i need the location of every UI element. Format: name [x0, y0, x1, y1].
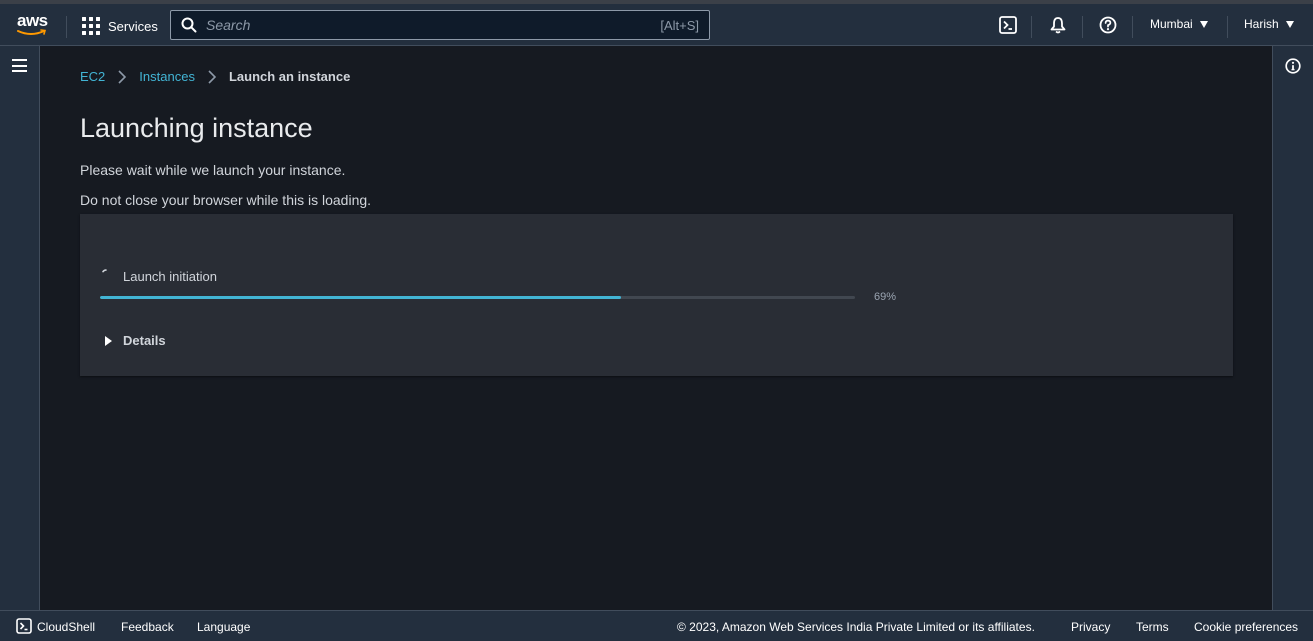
footer-language-link[interactable]: Language	[197, 620, 250, 634]
progress-percent: 69%	[874, 291, 897, 303]
breadcrumb-instances[interactable]: Instances	[139, 69, 195, 84]
region-label: Mumbai	[1150, 17, 1193, 31]
aws-logo[interactable]: aws	[17, 11, 51, 39]
right-tools-rail	[1272, 46, 1313, 610]
caret-down-icon	[1199, 20, 1208, 28]
services-label: Services	[108, 18, 158, 34]
menu-hamburger-icon[interactable]	[12, 59, 27, 72]
footer-copyright: © 2023, Amazon Web Services India Privat…	[677, 620, 1035, 634]
browser-warning-message: Do not close your browser while this is …	[80, 192, 372, 208]
services-menu-button[interactable]: Services	[82, 16, 158, 36]
info-icon[interactable]	[1285, 58, 1301, 74]
nav-divider	[1227, 16, 1228, 38]
page-title: Launching instance	[80, 113, 313, 143]
search-shortcut-hint: [Alt+S]	[660, 17, 699, 33]
breadcrumb-current: Launch an instance	[228, 69, 351, 84]
nav-divider	[1132, 16, 1133, 38]
footer-privacy-link[interactable]: Privacy	[1071, 620, 1110, 634]
services-grid-icon	[82, 17, 100, 35]
launch-progress-card: Launch initiation 69% Details	[80, 214, 1233, 376]
wait-message: Please wait while we launch your instanc…	[80, 162, 346, 178]
cloudshell-icon[interactable]	[16, 618, 32, 634]
footer: CloudShell Feedback Language © 2023, Ama…	[0, 610, 1313, 641]
notifications-bell-icon[interactable]	[1049, 16, 1067, 34]
caret-right-icon	[105, 335, 112, 346]
nav-divider	[1082, 16, 1083, 38]
left-navigation-rail	[0, 46, 40, 610]
search-icon	[181, 17, 197, 33]
loading-spinner-icon	[102, 269, 107, 273]
main-content: EC2 Instances Launch an instance Launchi…	[41, 46, 1272, 610]
nav-divider	[66, 16, 67, 38]
search-input[interactable]	[197, 11, 661, 39]
progress-step-label: Launch initiation	[123, 269, 217, 284]
breadcrumb-ec2[interactable]: EC2	[80, 69, 105, 84]
chevron-right-icon	[118, 69, 127, 84]
details-label: Details	[123, 333, 166, 348]
nav-divider	[1031, 16, 1032, 38]
details-expander[interactable]: Details	[105, 333, 166, 348]
footer-terms-link[interactable]: Terms	[1136, 620, 1169, 634]
user-label: Harish	[1244, 17, 1279, 31]
user-menu[interactable]: Harish	[1244, 17, 1294, 31]
caret-down-icon	[1285, 20, 1294, 28]
footer-cookie-preferences-link[interactable]: Cookie preferences	[1194, 620, 1298, 634]
cloudshell-icon[interactable]	[999, 16, 1017, 34]
aws-logo-text: aws	[17, 11, 48, 30]
region-selector[interactable]: Mumbai	[1150, 17, 1208, 31]
progress-bar	[100, 296, 855, 299]
breadcrumb: EC2 Instances Launch an instance	[80, 69, 350, 84]
aws-smile-icon	[17, 29, 47, 35]
top-navigation: aws Services [Alt+S] Mumbai	[0, 4, 1313, 46]
footer-feedback-link[interactable]: Feedback	[121, 620, 174, 634]
footer-cloudshell-link[interactable]: CloudShell	[37, 620, 95, 634]
chevron-right-icon	[208, 69, 217, 84]
help-icon[interactable]	[1099, 16, 1117, 34]
progress-bar-fill	[100, 296, 621, 299]
search-box[interactable]: [Alt+S]	[170, 10, 710, 40]
